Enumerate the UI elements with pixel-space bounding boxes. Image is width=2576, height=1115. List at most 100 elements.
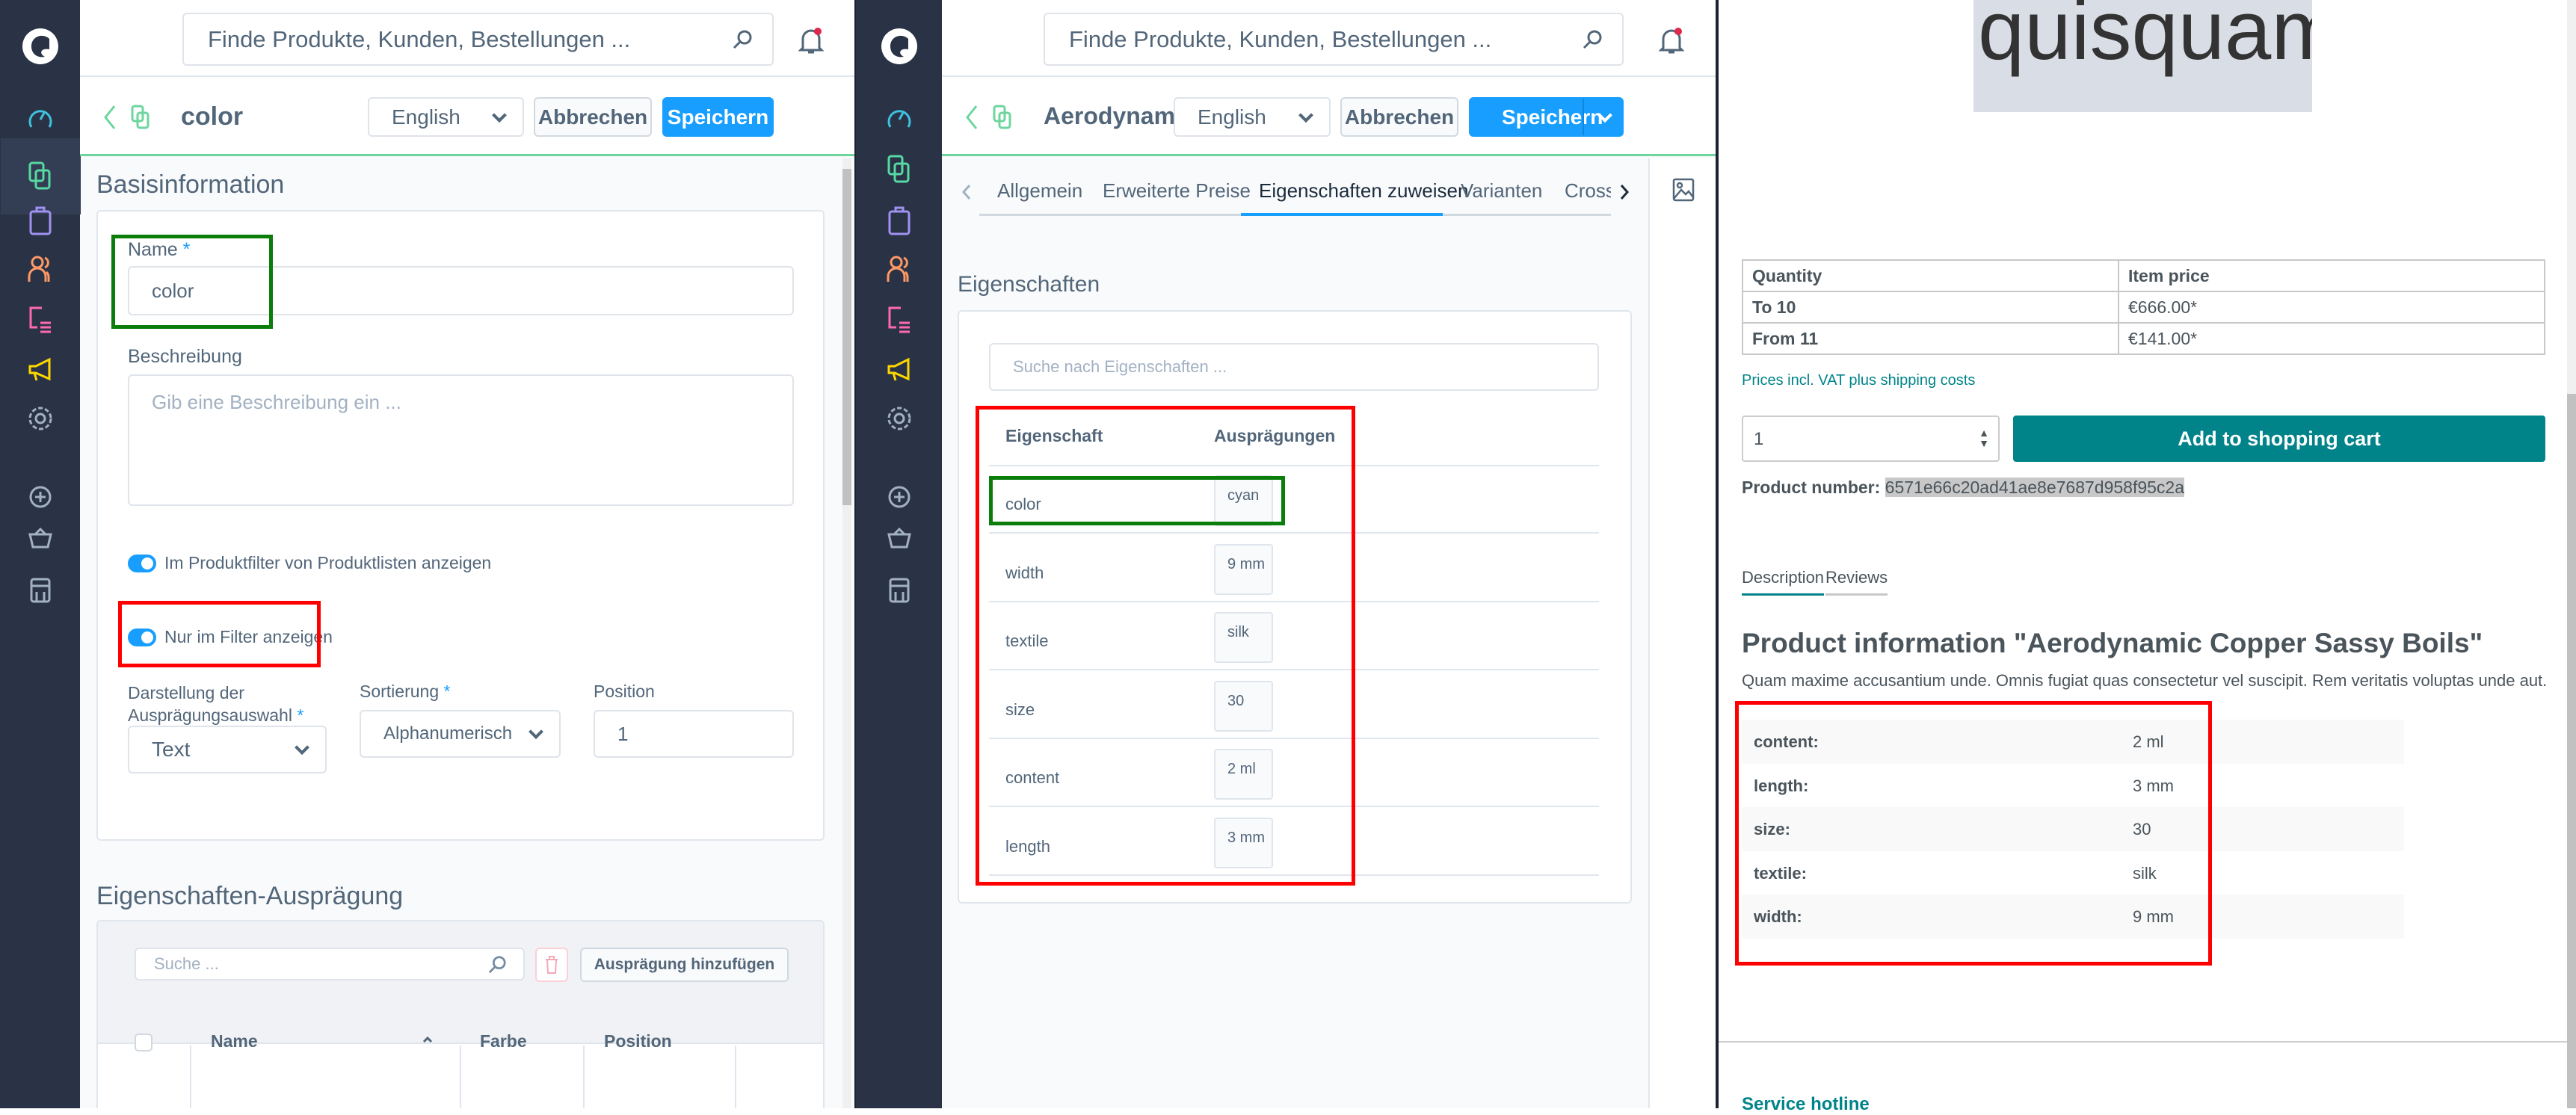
- basket-icon[interactable]: [884, 523, 914, 553]
- tab-advanced-prices[interactable]: Erweiterte Preise: [1103, 179, 1251, 203]
- properties-search-placeholder: Suche nach Eigenschaften ...: [1013, 357, 1227, 376]
- table-row: Quantity Item price: [1742, 259, 2545, 292]
- catalog-module-icon: [131, 105, 150, 129]
- quantity-range: From 11: [1742, 322, 2119, 355]
- save-options-button[interactable]: [1583, 99, 1624, 135]
- tabs-scroll-left-icon[interactable]: [962, 184, 971, 200]
- sort-ascending-icon[interactable]: [422, 1036, 433, 1043]
- tab-properties[interactable]: Eigenschaften zuweisen: [1259, 179, 1468, 203]
- property-edit-window: Finde Produkte, Kunden, Bestellungen ...…: [0, 0, 854, 1108]
- section-title-properties: Eigenschaften: [958, 272, 1100, 297]
- add-extension-icon[interactable]: [884, 482, 914, 512]
- position-input[interactable]: 1: [594, 710, 794, 758]
- global-search-input[interactable]: Finde Produkte, Kunden, Bestellungen ...: [1044, 13, 1624, 66]
- product-image-placeholder[interactable]: quisquam: [1973, 0, 2312, 112]
- sorting-select[interactable]: Alphanumerisch: [360, 710, 561, 758]
- content-icon[interactable]: [25, 305, 55, 335]
- column-divider: [583, 1045, 585, 1108]
- language-value: English: [1198, 105, 1266, 129]
- highlight-box-only-filter: [118, 601, 321, 667]
- admin-sidebar: [856, 0, 942, 1108]
- marketing-icon[interactable]: [884, 355, 914, 385]
- table-row: From 11 €141.00*: [1742, 322, 2545, 355]
- language-switch[interactable]: English: [1174, 97, 1331, 137]
- stepper-icon: ▲ ▼: [1979, 427, 1989, 449]
- catalog-icon[interactable]: [0, 138, 81, 214]
- description-placeholder: Gib eine Beschreibung ein ...: [152, 391, 401, 413]
- storefront-scrollbar[interactable]: [2567, 0, 2576, 1108]
- description-label: Beschreibung: [128, 346, 242, 367]
- column-header-color[interactable]: Farbe: [480, 1031, 527, 1051]
- scrollbar[interactable]: [842, 158, 851, 1108]
- properties-search-input[interactable]: Suche nach Eigenschaften ...: [989, 343, 1599, 391]
- settings-icon[interactable]: [25, 404, 55, 433]
- shopware-logo-icon[interactable]: [878, 25, 920, 67]
- table-row: To 10 €666.00*: [1742, 291, 2545, 324]
- scrollbar-thumb[interactable]: [2567, 394, 2576, 1108]
- delete-button[interactable]: [535, 948, 568, 982]
- search-icon[interactable]: [1582, 29, 1603, 50]
- language-switch[interactable]: English: [368, 97, 524, 137]
- search-icon[interactable]: [487, 955, 507, 975]
- orders-icon[interactable]: [25, 206, 55, 235]
- back-chevron-icon[interactable]: [965, 105, 979, 130]
- dashboard-icon[interactable]: [884, 103, 914, 133]
- column-header-position[interactable]: Position: [604, 1031, 672, 1051]
- tabs-scroll-right-icon[interactable]: [1620, 184, 1629, 200]
- options-search-input[interactable]: Suche ...: [135, 948, 525, 980]
- back-chevron-icon[interactable]: [103, 105, 117, 130]
- quantity-select[interactable]: 1 ▲ ▼: [1742, 416, 2000, 462]
- customers-icon[interactable]: [25, 254, 55, 284]
- column-header-name[interactable]: Name: [211, 1031, 258, 1051]
- vat-note-link[interactable]: Prices incl. VAT plus shipping costs: [1742, 372, 1975, 389]
- content-icon[interactable]: [884, 305, 914, 335]
- settings-icon[interactable]: [884, 404, 914, 433]
- shopware-logo-icon[interactable]: [19, 25, 61, 67]
- section-title-basic: Basisinformation: [96, 170, 285, 199]
- search-icon[interactable]: [732, 29, 753, 50]
- chevron-down-icon: [492, 107, 507, 123]
- save-button[interactable]: Speichern: [662, 97, 774, 137]
- cancel-button[interactable]: Abbrechen: [1340, 97, 1458, 137]
- global-search-input[interactable]: Finde Produkte, Kunden, Bestellungen ...: [182, 13, 774, 66]
- notification-bell-icon[interactable]: [1659, 25, 1684, 55]
- marketing-icon[interactable]: [25, 355, 55, 385]
- dashboard-icon[interactable]: [25, 103, 55, 133]
- add-to-cart-button[interactable]: Add to shopping cart: [2013, 416, 2545, 462]
- notification-bell-icon[interactable]: [798, 25, 824, 55]
- select-all-checkbox[interactable]: [135, 1034, 152, 1051]
- column-divider: [190, 1045, 191, 1108]
- tab-description[interactable]: Description: [1742, 568, 1825, 596]
- chevron-down-icon: [295, 740, 309, 756]
- display-type-value: Text: [152, 738, 191, 761]
- language-value: English: [392, 105, 460, 129]
- product-filter-toggle[interactable]: [128, 555, 156, 572]
- scrollbar-thumb[interactable]: [842, 169, 851, 505]
- column-divider: [460, 1045, 461, 1108]
- orders-icon[interactable]: [884, 206, 914, 235]
- tab-variants[interactable]: Varianten: [1461, 179, 1542, 203]
- tab-cross-selling[interactable]: Cross S: [1565, 179, 1611, 203]
- display-type-select[interactable]: Text: [128, 726, 327, 773]
- save-button[interactable]: Speichern: [1469, 97, 1624, 137]
- add-option-button[interactable]: Ausprägung hinzufügen: [580, 948, 789, 982]
- page-title: color: [181, 102, 244, 131]
- catalog-module-icon: [993, 105, 1011, 129]
- image-icon[interactable]: [1672, 178, 1695, 202]
- customers-icon[interactable]: [884, 254, 914, 284]
- basket-icon[interactable]: [25, 523, 55, 553]
- item-price: €666.00*: [2118, 291, 2545, 324]
- cancel-button[interactable]: Abbrechen: [534, 97, 652, 137]
- add-extension-icon[interactable]: [25, 482, 55, 512]
- sidebar-right: [1650, 158, 1716, 1108]
- description-textarea[interactable]: Gib eine Beschreibung ein ...: [128, 374, 794, 506]
- highlight-box-properties: [976, 406, 1355, 886]
- sales-channel-icon[interactable]: [884, 575, 914, 605]
- sales-channel-icon[interactable]: [25, 575, 55, 605]
- tab-general[interactable]: Allgemein: [997, 179, 1082, 203]
- catalog-icon[interactable]: [884, 155, 914, 185]
- product-filter-toggle-label: Im Produktfilter von Produktlisten anzei…: [164, 553, 492, 572]
- footer-service-hotline: Service hotline: [1742, 1094, 1870, 1114]
- image-text: quisquam: [1978, 0, 2312, 77]
- tab-reviews[interactable]: Reviews: [1825, 568, 1888, 596]
